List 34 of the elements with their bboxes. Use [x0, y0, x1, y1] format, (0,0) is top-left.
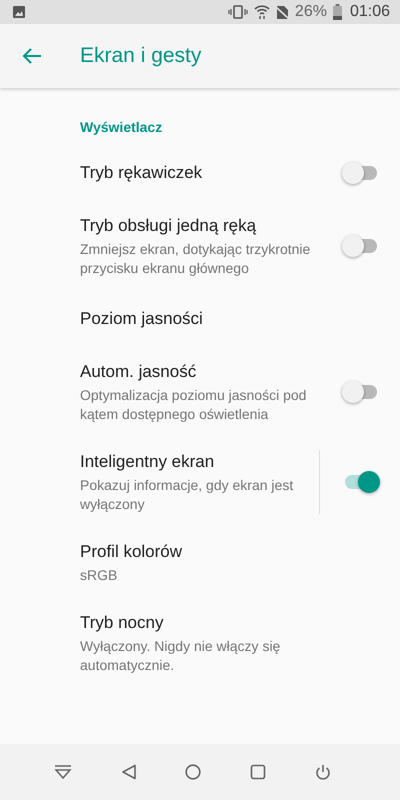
item-title: Tryb rękawiczek [80, 162, 204, 184]
item-title: Profil kolorów [80, 541, 184, 563]
clock: 01:06 [350, 3, 390, 21]
image-icon [12, 5, 26, 19]
back-arrow-icon[interactable] [22, 47, 42, 65]
recent-apps-icon[interactable] [250, 764, 266, 780]
battery-icon [332, 4, 342, 20]
item-summary: sRGB [80, 566, 118, 585]
settings-item[interactable]: Tryb obsługi jedną ręką Zmniejsz ekran, dotykając trzykrotnie przycisku ekranu głównego [0, 201, 400, 291]
item-summary: Wyłączony. Nigdy nie włączy się automatycznie. [80, 637, 282, 675]
item-summary: Pokazuj informacje, gdy ekran jest wyłączony [80, 476, 294, 514]
battery-percent: 26% [294, 3, 327, 21]
settings-item[interactable]: Inteligentny ekran Pokazuj informacje, gdy ekran jest wyłączony [0, 437, 400, 527]
item-title: Tryb obsługi jedną ręką [80, 215, 258, 237]
settings-item[interactable]: Poziom jasności [0, 291, 400, 347]
screen-title: Ekran i gesty [80, 44, 202, 68]
item-summary: Optymalizacja poziomu jasności pod kątem dostępnego oświetlenia [80, 386, 308, 424]
hide-bar-icon[interactable] [54, 765, 72, 779]
home-icon[interactable] [185, 764, 202, 780]
item-title: Autom. jasność [80, 361, 198, 383]
settings-item[interactable]: Tryb rękawiczek [0, 145, 400, 201]
item-summary: Zmniejsz ekran, dotykając trzykrotnie przycisku ekranu głównego [80, 240, 312, 278]
item-title: Inteligentny ekran [80, 451, 216, 473]
vibrate-icon [228, 5, 248, 19]
item-title: Tryb nocny [80, 612, 164, 634]
back-icon[interactable] [120, 764, 137, 780]
no-sim-icon [276, 4, 289, 20]
settings-item[interactable]: Autom. jasność Optymalizacja poziomu jasności pod kątem dostępnego oświetlenia [0, 347, 400, 437]
settings-item[interactable]: Profil kolorów sRGB [0, 527, 400, 598]
item-title: Poziom jasności [80, 308, 204, 330]
section-header: Wyświetlacz [79, 118, 164, 137]
wifi-icon [254, 4, 270, 20]
settings-item[interactable]: Tryb nocny Wyłączony. Nigdy nie włączy się automatycznie. [0, 598, 400, 688]
power-icon[interactable] [314, 764, 331, 780]
